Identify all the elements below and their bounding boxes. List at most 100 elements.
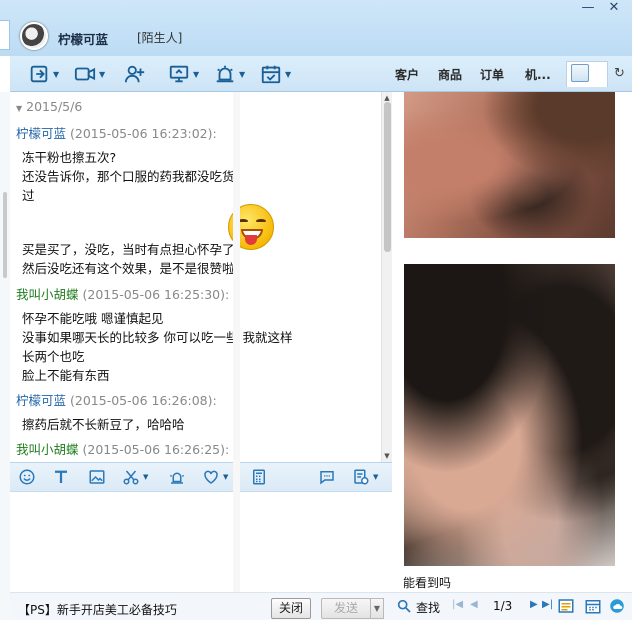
message-header: 我叫小胡蝶 (2015-05-06 16:25:30):	[16, 284, 229, 303]
tab-more[interactable]: 机...	[525, 66, 551, 83]
chat-scrollbar[interactable]: ▲ ▼	[381, 92, 392, 462]
sender-name[interactable]: 我叫小胡蝶	[16, 287, 79, 302]
heart-icon	[204, 470, 218, 484]
search-icon[interactable]	[396, 598, 412, 614]
chevron-down-icon: ▼	[223, 473, 229, 481]
sender-name[interactable]: 柠檬可蓝	[16, 393, 66, 408]
window-edge	[0, 20, 10, 50]
left-edge-scroll	[0, 92, 10, 620]
cloud-icon[interactable]	[608, 597, 626, 615]
message-header: 柠檬可蓝 (2015-05-06 16:23:02):	[16, 123, 217, 142]
next-page-icon[interactable]: ▶	[530, 599, 538, 610]
shared-photo[interactable]	[404, 92, 615, 238]
calendar-check-icon	[261, 65, 281, 84]
send-file-button[interactable]: ▼	[28, 62, 59, 86]
quick-reply-button[interactable]	[318, 467, 336, 487]
schedule-button[interactable]: ▼	[260, 62, 291, 86]
refresh-icon[interactable]: ↻	[614, 66, 625, 81]
send-file-icon	[30, 65, 48, 83]
image-viewer	[392, 92, 632, 592]
viewer-toolbar: 查找 |◀ ◀ 1/3 ▶ ▶|	[392, 592, 632, 620]
add-contact-button[interactable]	[124, 62, 146, 86]
scroll-thumb[interactable]	[384, 102, 391, 252]
message-header: 我叫小胡蝶 (2015-05-06 16:26:25):	[16, 439, 229, 458]
promo-tip-link[interactable]: 【PS】新手开店美工必备技巧	[18, 601, 177, 618]
screenshot-button[interactable]: ▼	[122, 467, 148, 487]
contact-name[interactable]: 柠檬可蓝	[58, 29, 108, 48]
minimize-button[interactable]: —	[576, 0, 600, 18]
window-controls: — ✕	[576, 0, 626, 18]
calculator-button[interactable]	[250, 467, 268, 487]
message-line: 还没告诉你，那个口服的药我都没吃货	[22, 169, 235, 184]
chevron-down-icon: ▼	[193, 69, 200, 79]
chat-history[interactable]: ▼ 2015/5/6 柠檬可蓝 (2015-05-06 16:23:02): 冻…	[10, 92, 392, 462]
monitor-icon	[169, 65, 189, 83]
notes-icon	[571, 64, 589, 82]
send-options-chevron-icon[interactable]: ▼	[370, 598, 384, 619]
message-line: 擦药后就不长新豆了，哈哈哈	[22, 417, 185, 432]
contact-avatar[interactable]	[20, 22, 48, 50]
close-window-button[interactable]: ✕	[602, 0, 626, 18]
chevron-down-icon: ▼	[239, 69, 246, 79]
sender-name[interactable]: 我叫小胡蝶	[16, 442, 79, 457]
photo-caption: 能看到吗	[403, 576, 452, 590]
image-button[interactable]	[88, 467, 106, 487]
date-separator[interactable]: ▼ 2015/5/6	[16, 99, 82, 114]
close-button[interactable]: 关闭	[271, 598, 311, 619]
message-line: 没事如果哪天长的比较多 你可以吃一些 我就这样	[22, 330, 293, 345]
favorite-button[interactable]: ▼	[202, 467, 228, 487]
message-line: 然后没吃还有这个效果，是不是很赞啦	[22, 261, 235, 276]
chevron-down-icon: ▼	[53, 69, 60, 79]
message-header: 柠檬可蓝 (2015-05-06 16:26:08):	[16, 390, 217, 409]
viewer-scrollbar[interactable]	[233, 92, 240, 592]
alert-button[interactable]: ▼	[214, 62, 245, 86]
chevron-down-icon: ▼	[373, 473, 379, 481]
chevron-down-icon: ▼	[285, 69, 292, 79]
scroll-up-arrow-icon[interactable]: ▲	[382, 94, 392, 102]
message-line: 长两个也吃	[22, 349, 85, 364]
add-user-icon	[124, 65, 145, 83]
message-line: 过	[22, 188, 35, 203]
search-label[interactable]: 查找	[416, 599, 440, 616]
image-icon	[89, 470, 105, 484]
prev-page-icon[interactable]: ◀	[470, 599, 478, 610]
image-list-icon[interactable]	[557, 597, 575, 615]
page-indicator: 1/3	[493, 599, 513, 613]
input-footer: 【PS】新手开店美工必备技巧 关闭 发送 ▼	[10, 592, 392, 620]
tab-order[interactable]: 订单	[480, 66, 504, 83]
tab-product[interactable]: 商品	[438, 66, 462, 83]
scissors-icon	[123, 470, 139, 485]
shake-alert-icon	[169, 472, 185, 484]
chat-bubble-icon	[320, 471, 334, 485]
emoji-button[interactable]	[18, 467, 36, 487]
first-page-icon[interactable]: |◀	[452, 599, 463, 610]
calculator-icon	[253, 469, 265, 485]
message-time: (2015-05-06 16:23:02):	[70, 126, 217, 141]
scroll-down-arrow-icon[interactable]: ▼	[382, 452, 392, 460]
collapse-triangle-icon: ▼	[16, 104, 23, 113]
alarm-icon	[216, 65, 234, 83]
message-record-icon	[354, 469, 369, 485]
remote-assist-button[interactable]: ▼	[168, 62, 199, 86]
message-time: (2015-05-06 16:26:25):	[82, 442, 230, 457]
calendar-icon[interactable]	[584, 597, 602, 615]
message-line: 怀孕不能吃哦 嗯谨慎起见	[22, 311, 164, 326]
left-scroll-thumb[interactable]	[3, 192, 7, 278]
message-input[interactable]	[10, 492, 392, 592]
chevron-down-icon: ▼	[99, 69, 106, 79]
message-line: 冻干粉也擦五次?	[22, 150, 117, 165]
send-button[interactable]: 发送	[321, 598, 371, 619]
date-label: 2015/5/6	[26, 99, 83, 114]
message-line: 买是买了，没吃，当时有点担心怀孕了	[22, 242, 235, 257]
video-call-button[interactable]: ▼	[74, 62, 105, 86]
last-page-icon[interactable]: ▶|	[542, 599, 553, 610]
text-format-icon	[55, 470, 67, 483]
sender-name[interactable]: 柠檬可蓝	[16, 126, 66, 141]
shared-photo[interactable]	[404, 264, 615, 566]
font-button[interactable]	[52, 467, 70, 487]
history-button[interactable]: ▼	[352, 467, 378, 487]
message-time: (2015-05-06 16:26:08):	[70, 393, 217, 408]
shake-button[interactable]	[168, 467, 186, 487]
chevron-down-icon: ▼	[143, 473, 149, 481]
tab-customer[interactable]: 客户	[395, 66, 419, 83]
